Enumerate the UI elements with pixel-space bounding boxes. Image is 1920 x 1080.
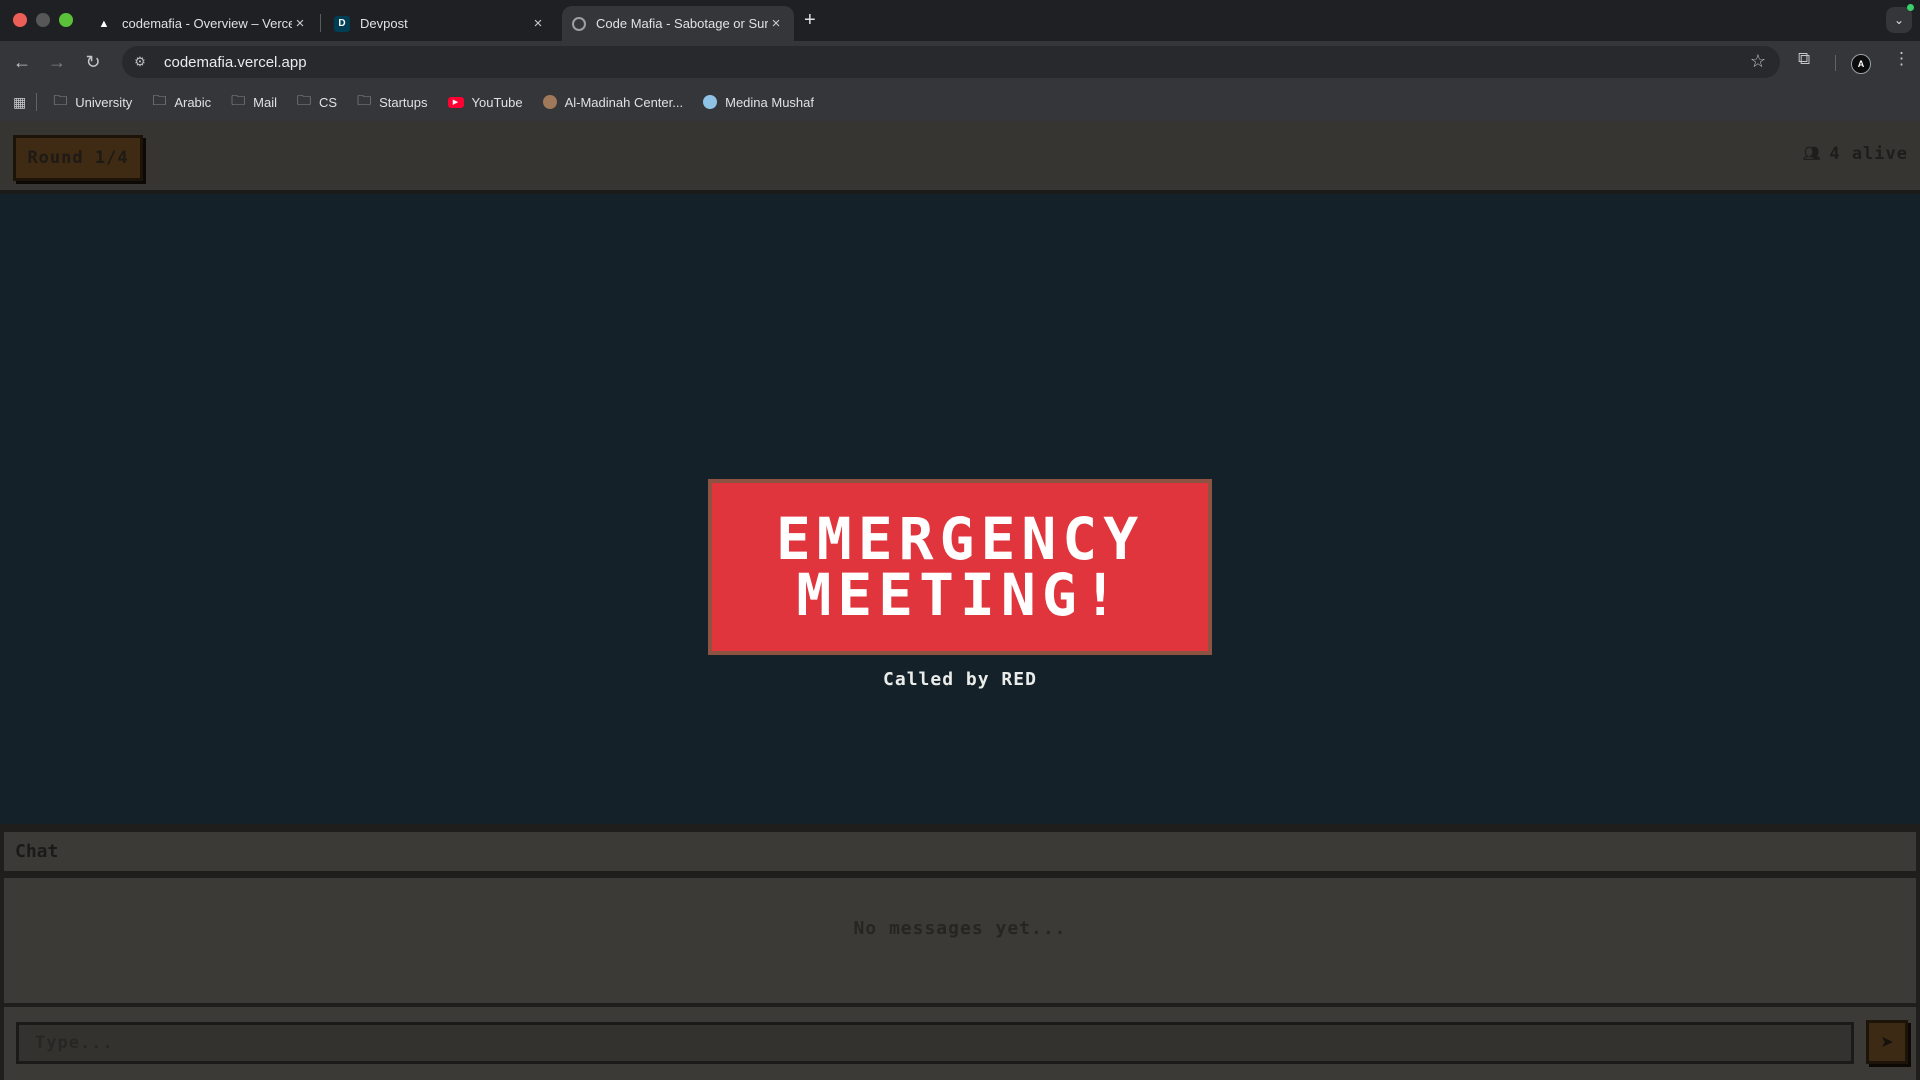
al-madinah-site-icon (542, 95, 557, 109)
browser-tab-bar: ▲ codemafia - Overview – Vercel × D Devp… (0, 0, 1920, 41)
extensions-puzzle-icon[interactable]: ⧉ (1798, 49, 1810, 69)
site-settings-icon[interactable]: ⚙ (130, 54, 150, 70)
folder-icon: 🗀 (357, 92, 372, 108)
bookmark-mail[interactable]: 🗀 Mail (231, 90, 277, 114)
game-header: Round 1/4 👥︎ 4 alive (0, 121, 1920, 194)
chat-title: Chat (4, 832, 1916, 874)
forward-arrow-icon[interactable]: → (44, 49, 70, 75)
emergency-title-line-2: MEETING! (796, 561, 1124, 629)
update-indicator (1907, 4, 1914, 11)
game-stage: EMERGENCY MEETING! Called by RED (0, 194, 1920, 824)
youtube-icon: ▶ (447, 96, 464, 108)
browser-tab-devpost[interactable]: D Devpost × (324, 6, 556, 41)
window-maximize-button[interactable] (59, 13, 73, 27)
emergency-meeting-banner: EMERGENCY MEETING! (708, 479, 1212, 655)
bookmark-cs[interactable]: 🗀 CS (297, 90, 337, 114)
browser-tab-codemafia[interactable]: Code Mafia - Sabotage or Survive × (562, 6, 794, 41)
folder-icon: 🗀 (297, 92, 312, 108)
browser-tab-vercel[interactable]: ▲ codemafia - Overview – Vercel × (86, 6, 318, 41)
window-close-button[interactable] (13, 13, 27, 27)
url-text: codemafia.vercel.app (164, 53, 307, 71)
called-by-text: Called by RED (883, 669, 1037, 690)
round-badge: Round 1/4 (13, 135, 143, 181)
browser-menu-icon[interactable]: ⋮ (1893, 49, 1910, 69)
tab-search-icon[interactable]: ⌄ (1886, 7, 1912, 33)
bookmark-star-icon[interactable]: ☆ (1750, 51, 1766, 72)
chat-message-list[interactable]: No messages yet... (4, 878, 1916, 1003)
window-minimize-button[interactable] (36, 13, 50, 27)
devpost-icon: D (334, 15, 350, 32)
users-icon: 👥︎ (1802, 146, 1822, 162)
reload-icon[interactable]: ↻ (80, 49, 106, 75)
apps-grid-icon[interactable]: ▦ (13, 94, 26, 111)
medina-mushaf-site-icon (703, 95, 718, 109)
chat-input-bar: ➤ (4, 1007, 1916, 1080)
vercel-icon: ▲ (98, 17, 110, 30)
bookmark-arabic[interactable]: 🗀 Arabic (152, 90, 211, 114)
close-tab-icon[interactable]: × (292, 15, 308, 32)
folder-icon: 🗀 (53, 92, 68, 108)
bookmark-youtube[interactable]: ▶ YouTube (447, 95, 523, 110)
bookmark-medina-mushaf[interactable]: Medina Mushaf (703, 95, 814, 110)
bookmarks-bar: ▦ 🗀 University 🗀 Arabic 🗀 Mail 🗀 CS 🗀 St… (0, 83, 1920, 121)
emergency-title-line-1: EMERGENCY (775, 505, 1145, 573)
bookmark-al-madinah[interactable]: Al-Madinah Center... (542, 95, 683, 110)
alive-count-label: 4 alive (1829, 144, 1908, 164)
bookmarks-separator (36, 93, 38, 111)
tab-separator (320, 14, 321, 32)
close-tab-icon[interactable]: × (530, 15, 546, 32)
address-bar[interactable]: ⚙ codemafia.vercel.app ☆ (122, 46, 1780, 78)
bookmark-startups[interactable]: 🗀 Startups (357, 90, 427, 114)
profile-avatar[interactable]: A (1851, 54, 1871, 74)
chat-panel: Chat No messages yet... ➤ (0, 824, 1920, 1080)
chat-message-input[interactable] (16, 1022, 1854, 1064)
browser-toolbar: ← → ↻ ⚙ codemafia.vercel.app ☆ ⧉ A ⋮ (0, 41, 1920, 83)
folder-icon: 🗀 (152, 92, 167, 108)
chat-empty-state: No messages yet... (853, 918, 1067, 939)
new-tab-icon[interactable]: + (804, 9, 816, 32)
folder-icon: 🗀 (231, 92, 246, 108)
close-tab-icon[interactable]: × (768, 15, 784, 32)
back-arrow-icon[interactable]: ← (9, 49, 35, 75)
send-arrow-icon: ➤ (1880, 1034, 1894, 1051)
globe-icon (572, 16, 586, 31)
alive-counter: 👥︎ 4 alive (1803, 144, 1908, 164)
bookmark-university[interactable]: 🗀 University (53, 90, 132, 114)
send-button[interactable]: ➤ (1866, 1020, 1908, 1064)
toolbar-divider (1835, 55, 1836, 71)
